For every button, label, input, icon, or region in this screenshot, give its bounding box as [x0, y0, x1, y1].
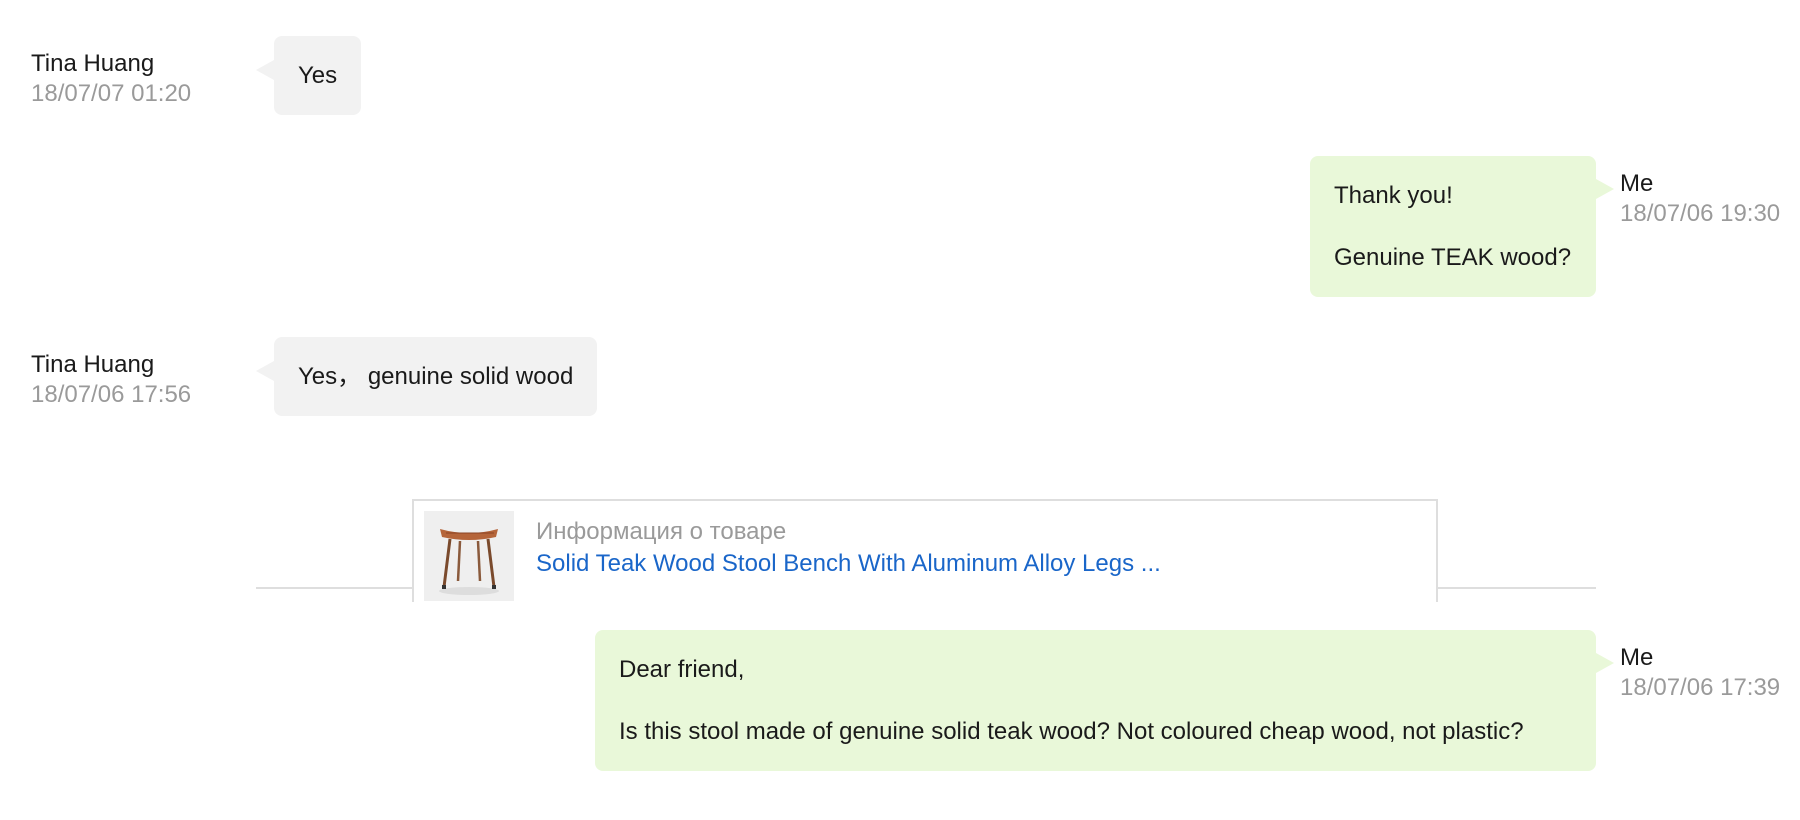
sender-name: Me [1620, 644, 1654, 671]
message-text: Is this stool made of genuine solid teak… [619, 718, 1524, 745]
message-timestamp: 18/07/06 19:30 [1620, 200, 1781, 227]
bubble-tail [256, 361, 274, 381]
message-text: Genuine TEAK wood? [1334, 244, 1572, 271]
message-text: Yes， genuine solid wood [298, 363, 574, 390]
message-timestamp: 18/07/06 17:56 [31, 381, 192, 408]
message-bubble-outgoing: Dear friend, Is this stool made of genui… [595, 630, 1596, 771]
message-timestamp: 18/07/07 01:20 [31, 80, 192, 107]
bubble-tail [1596, 179, 1614, 199]
sender-name: Me [1620, 170, 1654, 197]
message-text: Thank you! [1334, 182, 1453, 209]
bubble-tail [1596, 653, 1614, 673]
sender-name: Tina Huang [31, 351, 155, 378]
message-text: Dear friend, [619, 656, 745, 683]
stool-thumbnail-graphic [424, 511, 514, 601]
message-sender-info: Me 18/07/06 17:39 [1620, 643, 1780, 703]
product-card[interactable]: Информация о товаре Solid Teak Wood Stoo… [412, 499, 1438, 602]
sender-name: Tina Huang [31, 50, 155, 77]
message-bubble-incoming: Yes， genuine solid wood [274, 337, 598, 416]
product-card-label: Информация о товаре [536, 518, 787, 545]
message-timestamp: 18/07/06 17:39 [1620, 674, 1781, 701]
message-bubble-incoming: Yes [274, 36, 362, 115]
message-sender-info: Tina Huang 18/07/06 17:56 [31, 350, 191, 410]
message-bubble-outgoing: Thank you! Genuine TEAK wood? [1310, 156, 1596, 297]
message-sender-info: Tina Huang 18/07/07 01:20 [31, 49, 191, 109]
product-title-link[interactable]: Solid Teak Wood Stool Bench With Aluminu… [536, 549, 1161, 579]
bubble-tail [256, 60, 274, 80]
message-text: Yes [298, 62, 338, 89]
teak-stool-image[interactable] [424, 511, 514, 601]
message-sender-info: Me 18/07/06 19:30 [1620, 169, 1780, 229]
